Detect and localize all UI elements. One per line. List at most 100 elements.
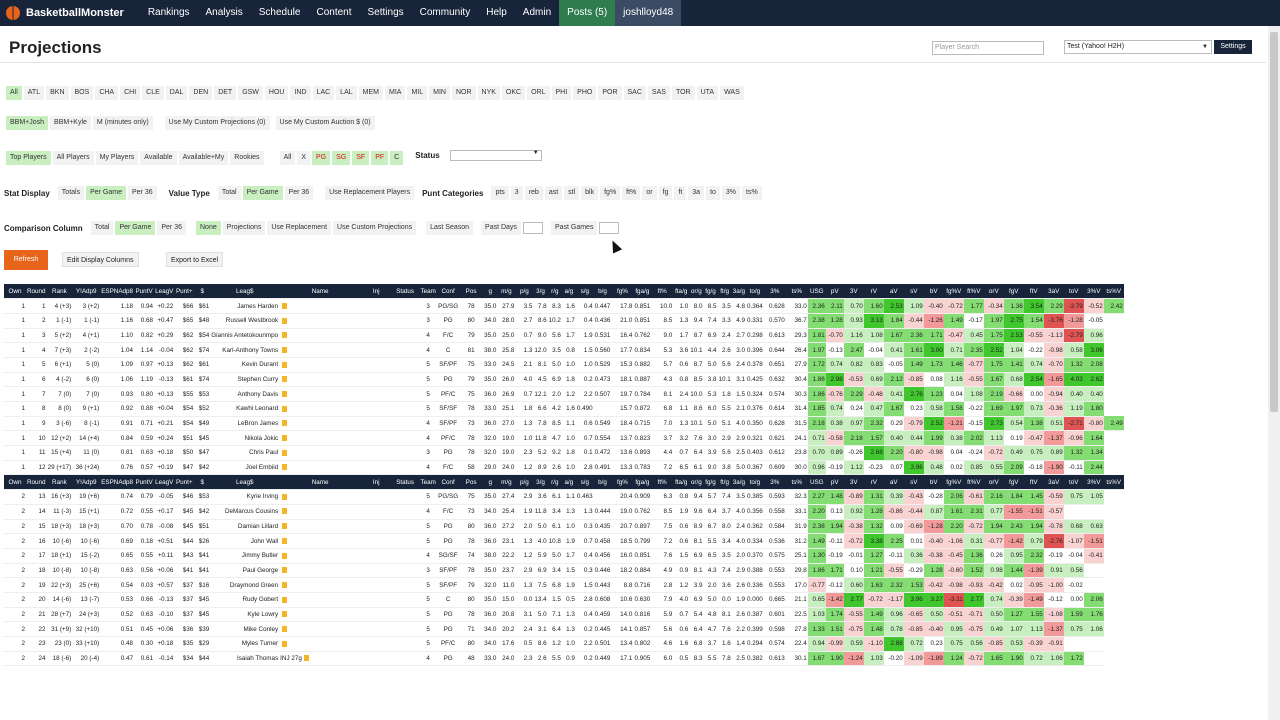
player-name[interactable]	[279, 401, 362, 417]
column-header[interactable]: Name	[279, 284, 362, 300]
column-header[interactable]: 3V	[843, 284, 864, 300]
filter-available[interactable]: Available	[140, 151, 177, 165]
column-header[interactable]: Team	[419, 284, 438, 300]
column-header[interactable]: Y!Adp9	[72, 474, 101, 491]
player-name[interactable]	[279, 533, 362, 549]
player-note-icon[interactable]	[282, 596, 288, 603]
column-header[interactable]: PuntV	[134, 474, 155, 491]
punt-ft[interactable]: ft	[674, 186, 687, 200]
team-okc[interactable]: OKC	[501, 86, 526, 100]
column-header[interactable]: USG	[807, 474, 826, 491]
player-note-icon[interactable]	[282, 346, 288, 353]
column-header[interactable]: ts%	[785, 474, 808, 491]
column-header[interactable]: Conf	[437, 284, 460, 300]
settings-button[interactable]: Settings	[1214, 40, 1252, 54]
table-row[interactable]: 2 14 11 (-3) 15 (+1) 0.72 0.55 +0.17 $45 $42 DeMa…	[4, 504, 1124, 520]
team-chi[interactable]: CHI	[120, 86, 141, 100]
column-header[interactable]: fgV	[1003, 284, 1024, 300]
team-tor[interactable]: TOR	[671, 86, 695, 100]
column-header[interactable]: sV	[903, 284, 924, 300]
team-sac[interactable]: SAC	[623, 86, 646, 100]
team-mil[interactable]: MIL	[407, 86, 428, 100]
column-header[interactable]: Name	[279, 474, 362, 491]
table-row[interactable]: 2 13 16 (+3) 19 (+6) 0.74 0.79 -0.05 $46 $53 Kyri…	[4, 489, 1124, 505]
column-header[interactable]: g	[483, 474, 498, 491]
column-header[interactable]: fg%V	[943, 284, 964, 300]
team-gsw[interactable]: GSW	[238, 86, 263, 100]
stat-display-totals[interactable]: Totals	[57, 186, 85, 200]
column-header[interactable]: ft%	[651, 474, 674, 491]
column-header[interactable]: USG	[807, 284, 826, 300]
column-header[interactable]: to/g	[746, 284, 764, 300]
column-header[interactable]: Own	[4, 284, 26, 300]
filter-top-players[interactable]: Top Players	[6, 151, 51, 165]
table-row[interactable]: 2 19 22 (+3) 25 (+6) 0.54 0.03 +0.57 $37 $16 Dray…	[4, 577, 1124, 593]
column-header[interactable]: m/g	[497, 284, 516, 300]
table-row[interactable]: 2 17 18 (+1) 15 (-2) 0.65 0.55 +0.11 $43 $41 Jimm…	[4, 548, 1124, 564]
player-name[interactable]	[279, 577, 362, 593]
player-note-icon[interactable]	[282, 611, 288, 618]
column-header[interactable]: 3%V	[1083, 284, 1104, 300]
value-type-per-36[interactable]: Per 36	[284, 186, 314, 200]
team-pho[interactable]: PHO	[573, 86, 597, 100]
nav-content[interactable]: Content	[308, 0, 359, 26]
player-note-icon[interactable]	[282, 449, 288, 456]
table-row[interactable]: 188 (0) 9 (+1) 0.92 0.88 +0.04 $54 $52 Kawhi Le…	[4, 401, 1124, 417]
column-header[interactable]: p/g	[515, 474, 534, 491]
player-note-icon[interactable]	[282, 537, 288, 544]
column-header[interactable]: a/g	[561, 284, 576, 300]
column-header[interactable]: m/g	[497, 474, 516, 491]
column-header[interactable]: ts%V	[1103, 474, 1124, 491]
column-header[interactable]: ESPNAdp8	[100, 284, 135, 300]
column-header[interactable]: or/g	[689, 474, 704, 491]
column-header[interactable]: fga/g	[633, 284, 652, 300]
player-note-icon[interactable]	[282, 581, 288, 588]
table-row[interactable]: 147 (+3) 2 (-2) 1.04 1.14 -0.04 $62 $74 Karl-An…	[4, 342, 1124, 358]
column-header[interactable]: fta/g	[673, 284, 690, 300]
column-header[interactable]: 3a/g	[731, 474, 746, 491]
player-name[interactable]	[279, 328, 362, 344]
player-name[interactable]	[279, 519, 362, 535]
column-header[interactable]: 3a/g	[731, 284, 746, 300]
column-header[interactable]: ft%V	[963, 474, 984, 491]
column-header[interactable]: 3%	[763, 284, 786, 300]
column-header[interactable]: bV	[923, 284, 944, 300]
table-row[interactable]: 2 15 18 (+3) 18 (+3) 0.70 0.78 -0.08 $45 $51 Dami…	[4, 519, 1124, 535]
pos-all[interactable]: All	[279, 151, 296, 165]
player-note-icon[interactable]	[282, 376, 288, 383]
team-atl[interactable]: ATL	[23, 86, 45, 100]
use-custom-auction-button[interactable]: Use My Custom Auction $ (0)	[275, 116, 375, 130]
column-header[interactable]: ft/g	[717, 474, 732, 491]
table-row[interactable]: 164 (-2) 6 (0) 1.06 1.19 -0.13 $61 $74 Stephen …	[4, 372, 1124, 388]
column-header[interactable]: b/g	[593, 474, 612, 491]
column-header[interactable]: Rank	[46, 284, 73, 300]
column-header[interactable]: aV	[883, 474, 904, 491]
column-header[interactable]: g	[483, 284, 498, 300]
comparison-total[interactable]: Total	[90, 221, 114, 235]
player-name[interactable]	[279, 592, 362, 608]
comparison-projections[interactable]: Projections	[222, 221, 266, 235]
column-header[interactable]: rV	[863, 474, 884, 491]
stat-display-per-game[interactable]: Per Game	[86, 186, 126, 200]
player-name[interactable]	[279, 430, 362, 447]
table-row[interactable]: 121 (-1) 1 (-1) 1.16 0.68 +0.47 $65 $48 Russell…	[4, 313, 1124, 329]
player-name[interactable]	[279, 416, 362, 432]
player-note-icon[interactable]	[282, 317, 288, 324]
column-header[interactable]: 3V	[843, 474, 864, 491]
player-note-icon[interactable]	[282, 332, 288, 339]
team-lal[interactable]: LAL	[336, 86, 357, 100]
player-name[interactable]	[279, 357, 362, 373]
nav-schedule[interactable]: Schedule	[251, 0, 309, 26]
player-name[interactable]	[279, 298, 362, 314]
column-header[interactable]: or/g	[689, 284, 704, 300]
column-header[interactable]: Pos	[459, 284, 484, 300]
team-phi[interactable]: PHI	[551, 86, 572, 100]
column-header[interactable]: sV	[903, 474, 924, 491]
column-header[interactable]: b/g	[593, 284, 612, 300]
table-row[interactable]: 156 (+1) 5 (0) 1.09 0.97 +0.13 $62 $61 Kevin Du…	[4, 357, 1124, 373]
pos-pf[interactable]: PF	[371, 151, 389, 165]
use-replacement-players-button[interactable]: Use Replacement Players	[325, 186, 415, 200]
column-header[interactable]: ts%	[785, 284, 808, 300]
nav-help[interactable]: Help	[478, 0, 515, 26]
player-note-icon[interactable]	[282, 508, 288, 515]
